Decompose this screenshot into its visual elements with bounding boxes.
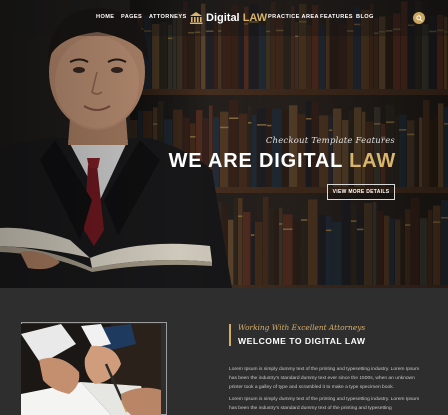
search-button[interactable] xyxy=(413,12,425,24)
hero-title-main: WE ARE DIGITAL xyxy=(168,150,343,172)
about-title: WELCOME TO DIGITAL LAW xyxy=(238,336,366,346)
hero-title: WE ARE DIGITAL LAW xyxy=(169,150,396,173)
site-logo[interactable]: Digital LAW xyxy=(189,10,267,26)
about-kicker: Working With Excellent Attorneys xyxy=(238,323,366,332)
accent-bar xyxy=(229,324,231,346)
about-paragraph-2: Lorem Ipsum is simply dummy text of the … xyxy=(229,397,420,412)
search-icon xyxy=(415,14,423,22)
nav-features[interactable]: FEATURES xyxy=(320,14,353,20)
view-more-details-button[interactable]: VIEW MORE DETAILS xyxy=(327,184,395,200)
about-paragraph-1: Lorem Ipsum is simply dummy text of the … xyxy=(229,367,420,391)
hero-title-accent: LAW xyxy=(349,150,396,172)
nav-home[interactable]: HOME xyxy=(96,14,114,20)
courthouse-icon xyxy=(190,12,203,24)
top-navigation: HOME PAGES ATTORNEYS Digital LAW PRACTIC… xyxy=(0,0,448,36)
logo-accent: LAW xyxy=(242,12,268,24)
hero-banner: HOME PAGES ATTORNEYS Digital LAW PRACTIC… xyxy=(0,0,448,288)
hero-subtitle: Checkout Template Features xyxy=(265,136,395,146)
signing-document-photo xyxy=(21,324,161,415)
nav-blog[interactable]: BLOG xyxy=(356,14,374,20)
logo-text: Digital LAW xyxy=(206,12,268,24)
about-section: Working With Excellent Attorneys WELCOME… xyxy=(0,288,448,415)
nav-attorneys[interactable]: ATTORNEYS xyxy=(149,14,187,20)
nav-practice-area[interactable]: PRACTICE AREA xyxy=(268,14,319,20)
nav-pages[interactable]: PAGES xyxy=(121,14,142,20)
